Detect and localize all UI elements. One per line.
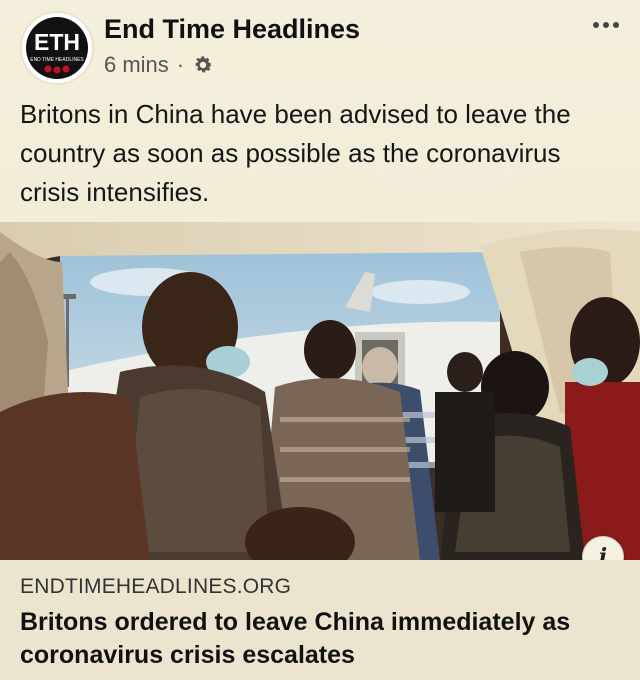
gear-icon[interactable] — [192, 54, 214, 76]
page-name[interactable]: End Time Headlines — [104, 14, 360, 45]
logo-caption: END TIME HEADLINES — [30, 57, 84, 63]
post-image[interactable] — [0, 222, 640, 560]
avatar[interactable]: ETH END TIME HEADLINES — [20, 11, 94, 85]
eth-logo-icon: ETH END TIME HEADLINES — [22, 13, 92, 83]
timestamp[interactable]: 6 mins — [104, 52, 169, 78]
link-preview-card[interactable]: ENDTIMEHEADLINES.ORG Britons ordered to … — [0, 560, 640, 680]
logo-initials: ETH — [34, 29, 80, 55]
post-text: Britons in China have been advised to le… — [20, 99, 571, 207]
link-domain[interactable]: ENDTIMEHEADLINES.ORG — [20, 575, 291, 599]
facebook-post: ETH END TIME HEADLINES End Time Headline… — [0, 0, 640, 680]
post-meta: 6 mins · — [104, 52, 214, 78]
meta-separator: · — [176, 52, 185, 77]
more-options-icon[interactable] — [592, 18, 620, 30]
post-header: ETH END TIME HEADLINES End Time Headline… — [0, 0, 640, 92]
link-title[interactable]: Britons ordered to leave China immediate… — [20, 606, 624, 672]
